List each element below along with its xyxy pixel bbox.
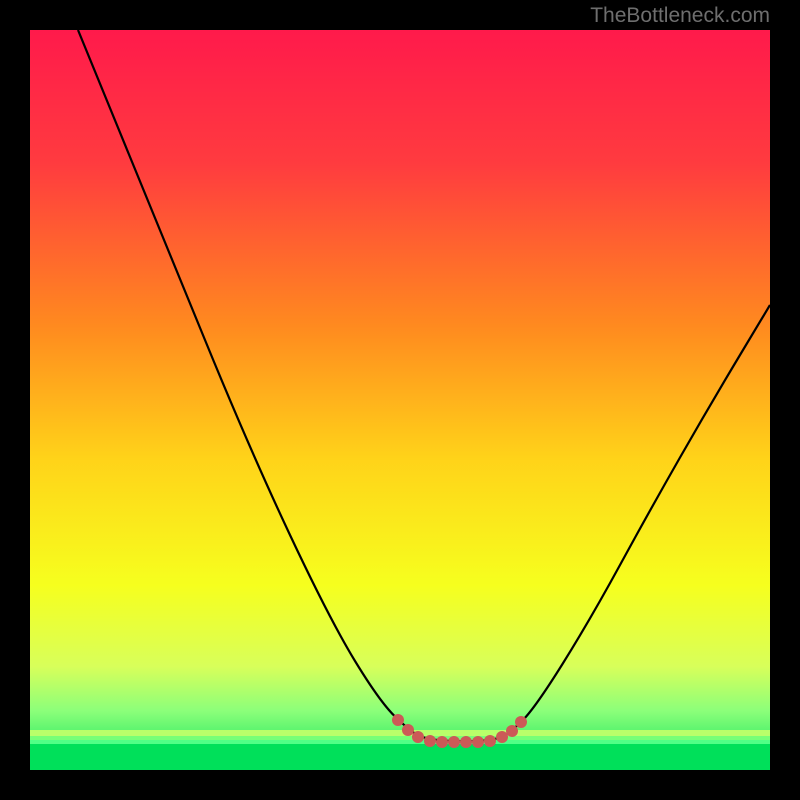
curve-layer [30, 30, 770, 770]
valley-dots [392, 714, 527, 748]
watermark-text: TheBottleneck.com [590, 4, 770, 28]
bottleneck-curve [78, 30, 770, 741]
plot-area [30, 30, 770, 770]
chart-stage: TheBottleneck.com [0, 0, 800, 800]
